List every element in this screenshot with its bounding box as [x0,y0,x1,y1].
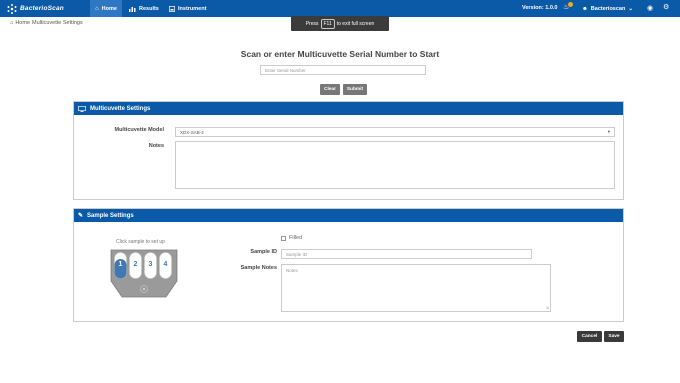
multicuvette-settings-panel: Multicuvette Settings Multicuvette Model… [73,101,624,200]
home-icon: ⌂ [10,20,14,26]
home-icon: ⌂ [95,5,99,12]
instrument-icon [169,5,175,12]
cancel-button[interactable]: Cancel [577,331,602,342]
cuvette-1[interactable]: 1 [114,252,127,281]
filled-checkbox[interactable]: Filled [281,235,302,241]
nav-home-label: Home [101,5,117,12]
multicuvette-settings-title: Multicuvette Settings [90,105,151,112]
model-label: Multicuvette Model [114,127,164,133]
nav-results[interactable]: Results [124,0,164,17]
brand-logo[interactable]: BacterioScan [6,2,64,15]
user-menu[interactable]: ☻ Bacterioscan ⌄ [582,0,633,17]
submit-button[interactable]: Submit [343,84,367,95]
sample-notes-textarea[interactable]: Notes ⇲ [281,264,551,312]
fullscreen-notice: Press F11 to exit full screen [291,16,389,31]
page-title: Scan or enter Multicuvette Serial Number… [240,49,440,59]
sample-id-input[interactable]: Sample ID [281,249,532,259]
sample-settings-panel: ✎ Sample Settings Click sample to set up… [73,208,624,322]
cuvette-4-label: 4 [163,261,168,268]
bar-chart-icon [129,6,136,12]
brand-name: BacterioScan [20,5,64,12]
sample-notes-label: Sample Notes [240,265,277,271]
logo-mark-icon [7,3,17,14]
nav-instrument[interactable]: Instrument [164,0,211,17]
notes-textarea[interactable] [175,141,615,189]
top-navbar: BacterioScan ⌂ Home Results Instrument V… [0,0,680,17]
sample-id-label: Sample ID [250,249,277,255]
fullscreen-suffix: to exit full screen [336,20,375,27]
sample-notes-placeholder: Notes [286,268,298,273]
user-name: Bacterioscan [590,5,626,12]
sample-settings-title: Sample Settings [87,212,134,219]
cuvette-2-label: 2 [133,261,138,268]
nav-results-label: Results [139,5,159,12]
nav-home[interactable]: ⌂ Home [90,0,122,17]
chevron-down-icon: ⌄ [628,5,633,12]
fullscreen-key: F11 [320,18,335,29]
cuvette-2[interactable]: 2 [129,252,142,281]
monitor-icon [78,105,86,112]
breadcrumb: ⌂ Home Multicuvette Settings [10,20,83,26]
gear-icon[interactable]: ⚙ [663,3,669,11]
version-label: Version: 1.0.0 [522,5,558,11]
breadcrumb-home[interactable]: Home [15,20,30,26]
click-sample-hint: Click sample to set up [116,239,165,245]
sample-settings-header: ✎ Sample Settings [74,209,623,222]
save-button[interactable]: Save [604,331,624,342]
model-select-value: XDX-SAB-2 [180,129,204,135]
serial-number-input[interactable]: Enter Serial Number [260,65,426,75]
notes-label: Notes [148,143,164,149]
breadcrumb-current: Multicuvette Settings [32,20,83,26]
multicuvette-settings-header: Multicuvette Settings [74,102,623,115]
caret-down-icon: ▾ [607,129,610,134]
checkbox-icon [281,235,286,241]
resize-grip-icon[interactable]: ⇲ [546,305,549,310]
cuvette-3-label: 3 [148,261,153,268]
pencil-icon: ✎ [78,213,84,219]
filled-label: Filled [289,235,303,241]
nav-instrument-label: Instrument [178,5,207,12]
cuvette-4[interactable]: 4 [159,252,172,281]
eye-icon[interactable]: ◉ [647,4,653,12]
cuvette-3[interactable]: 3 [144,252,157,281]
model-select[interactable]: XDX-SAB-2 ▾ [175,127,615,137]
notification-badge [568,2,573,7]
fullscreen-prefix: Press [305,20,319,27]
user-icon: ☻ [582,5,588,12]
clear-button[interactable]: Clear [320,84,340,95]
cuvette-1-label: 1 [118,261,123,268]
